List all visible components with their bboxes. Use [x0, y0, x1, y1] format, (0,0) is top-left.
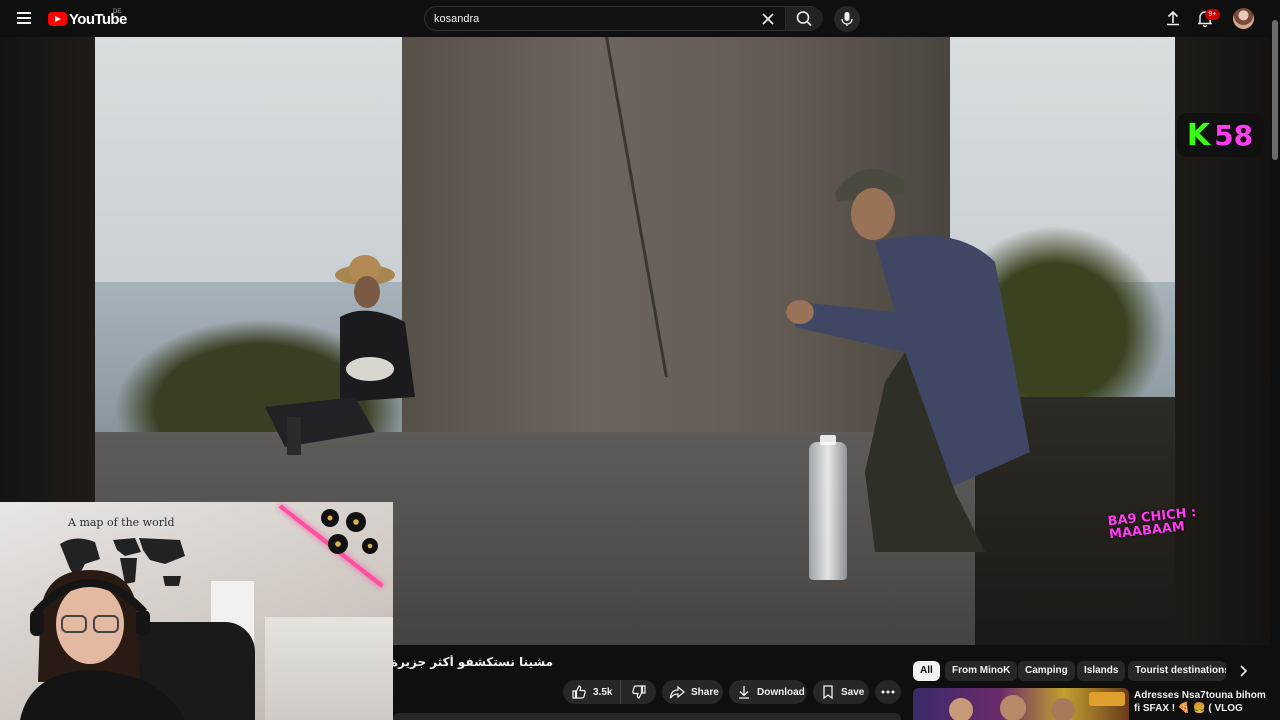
video-title: مشينا نستكشفو أكثر جزيرة خ 😱 — [393, 655, 553, 669]
download-icon — [739, 686, 749, 699]
share-label: Share — [691, 686, 719, 698]
recommended-video-thumbnail[interactable] — [913, 688, 1129, 720]
vinyl-records — [321, 509, 378, 554]
recommended-video-title[interactable]: Adresses Nsa7touna bihom fi SFAX ! 🍕 🍔 (… — [1134, 689, 1268, 715]
clear-search-icon[interactable] — [759, 10, 777, 28]
search-input[interactable] — [434, 7, 754, 30]
sitting-person — [265, 255, 415, 455]
upload-icon — [1167, 10, 1179, 26]
like-count: 3.5k — [593, 686, 613, 698]
chips-next-button[interactable] — [1234, 662, 1252, 680]
search-button[interactable] — [785, 7, 823, 30]
like-dislike-group: 3.5k — [563, 680, 656, 704]
chip-all[interactable]: All — [913, 661, 940, 681]
more-actions-button[interactable] — [875, 680, 901, 704]
bookmark-icon — [823, 685, 833, 700]
notification-badge: 9+ — [1205, 9, 1220, 20]
bed — [265, 617, 393, 720]
water-bottle — [809, 442, 847, 580]
save-button[interactable]: Save — [813, 680, 869, 704]
voice-search-button[interactable] — [834, 6, 860, 32]
download-button[interactable]: Download — [729, 680, 807, 704]
account-avatar[interactable] — [1233, 8, 1254, 29]
more-horizontal-icon — [881, 690, 895, 694]
dislike-button[interactable] — [621, 680, 656, 704]
scrollbar-thumb[interactable] — [1272, 20, 1278, 160]
microphone-icon — [841, 12, 853, 26]
badge-number: 58 — [1214, 118, 1254, 152]
top-header: YouTube DE 9+ — [0, 0, 1280, 37]
badge-letter: K — [1186, 117, 1211, 153]
thumbnail-image — [949, 692, 1125, 720]
thumbs-down-icon — [631, 685, 646, 699]
search-box — [424, 6, 823, 31]
chevron-right-icon — [1240, 665, 1248, 677]
like-button[interactable]: 3.5k — [563, 680, 621, 704]
menu-icon[interactable] — [12, 6, 36, 30]
upload-button[interactable] — [1163, 8, 1183, 28]
wall-decal-text: A map of the world — [68, 516, 175, 529]
streamer — [20, 570, 185, 720]
download-label: Download — [757, 686, 805, 698]
facecam-overlay: A map of the world — [0, 502, 393, 720]
channel-badge: K 58 — [1177, 113, 1263, 157]
chip-camping[interactable]: Camping — [1018, 661, 1075, 681]
youtube-play-icon — [48, 12, 67, 26]
share-button[interactable]: Share — [662, 680, 723, 704]
chip-from-minok[interactable]: From MinoK — [945, 661, 1018, 681]
description-box[interactable] — [393, 713, 901, 720]
squatting-person — [786, 169, 1030, 552]
chip-tourist-destinations[interactable]: Tourist destinations — [1128, 661, 1226, 681]
country-code: DE — [113, 9, 122, 15]
search-icon — [796, 11, 812, 27]
chip-islands[interactable]: Islands — [1077, 661, 1126, 681]
share-icon — [669, 685, 685, 699]
thumbs-up-icon — [572, 685, 586, 699]
save-label: Save — [841, 686, 865, 698]
page-scrollbar[interactable] — [1270, 0, 1280, 720]
